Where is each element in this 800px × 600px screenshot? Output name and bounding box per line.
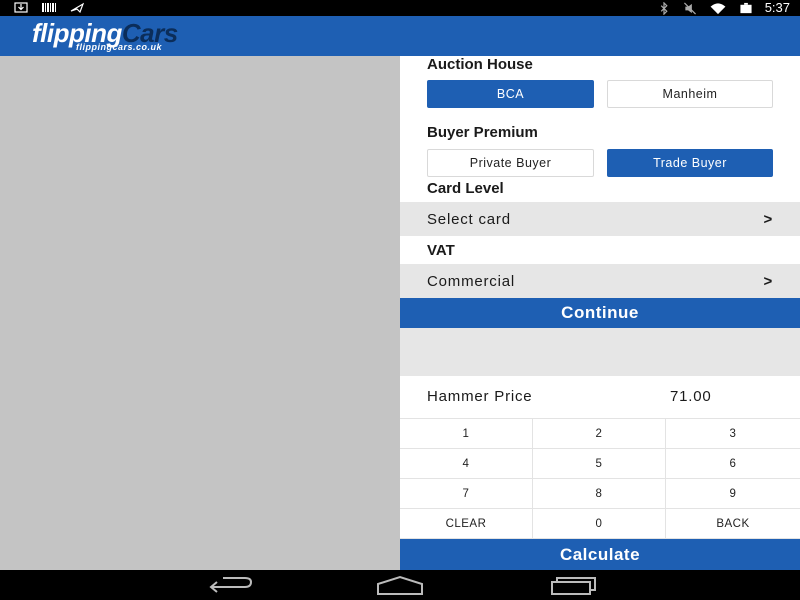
system-nav-bar bbox=[0, 570, 800, 600]
trade-buyer-button[interactable]: Trade Buyer bbox=[607, 149, 773, 177]
logo-website: flippingcars.co.uk bbox=[76, 42, 163, 52]
hammer-price-row: Hammer Price 71.00 bbox=[400, 376, 800, 418]
airplane-alert-icon bbox=[70, 2, 84, 13]
wifi-icon bbox=[710, 2, 726, 14]
card-level-value: Select card bbox=[427, 210, 511, 228]
manheim-button[interactable]: Manheim bbox=[607, 80, 773, 108]
vat-title: VAT bbox=[427, 242, 455, 259]
key-3[interactable]: 3 bbox=[666, 419, 800, 449]
key-9[interactable]: 9 bbox=[666, 479, 800, 509]
hammer-price-value: 71.00 bbox=[670, 388, 712, 405]
mute-icon bbox=[683, 2, 696, 14]
calculate-button[interactable]: Calculate bbox=[400, 539, 800, 570]
home-icon[interactable] bbox=[375, 574, 425, 596]
key-7[interactable]: 7 bbox=[400, 479, 533, 509]
chevron-right-icon: > bbox=[763, 210, 773, 228]
app-header: flippingCars flippingcars.co.uk bbox=[0, 16, 800, 56]
status-bar: 5:37 bbox=[0, 0, 800, 16]
bluetooth-icon bbox=[660, 1, 668, 15]
flipping-cars-logo[interactable]: flippingCars flippingcars.co.uk bbox=[32, 19, 272, 53]
back-icon[interactable] bbox=[205, 574, 255, 596]
private-buyer-button[interactable]: Private Buyer bbox=[427, 149, 594, 177]
vat-value: Commercial bbox=[427, 272, 516, 290]
key-1[interactable]: 1 bbox=[400, 419, 533, 449]
left-pane bbox=[0, 56, 400, 570]
card-level-title: Card Level bbox=[427, 180, 504, 197]
key-2[interactable]: 2 bbox=[533, 419, 666, 449]
key-5[interactable]: 5 bbox=[533, 449, 666, 479]
download-icon bbox=[14, 2, 28, 13]
key-4[interactable]: 4 bbox=[400, 449, 533, 479]
key-0[interactable]: 0 bbox=[533, 509, 666, 539]
result-area bbox=[400, 328, 800, 376]
continue-button[interactable]: Continue bbox=[400, 298, 800, 328]
barcode-icon bbox=[42, 3, 56, 12]
bca-button[interactable]: BCA bbox=[427, 80, 594, 108]
key-clear[interactable]: CLEAR bbox=[400, 509, 533, 539]
battery-icon bbox=[740, 2, 752, 13]
vat-select[interactable]: Commercial > bbox=[400, 264, 800, 298]
key-6[interactable]: 6 bbox=[666, 449, 800, 479]
chevron-right-icon: > bbox=[763, 272, 773, 290]
calculator-panel: Auction House BCA Manheim Buyer Premium … bbox=[400, 56, 800, 570]
keypad: 1 2 3 4 5 6 7 8 9 CLEAR 0 BACK bbox=[400, 418, 800, 539]
card-level-select[interactable]: Select card > bbox=[400, 202, 800, 236]
hammer-price-label: Hammer Price bbox=[427, 388, 533, 405]
recents-icon[interactable] bbox=[548, 574, 598, 596]
auction-house-title: Auction House bbox=[427, 56, 533, 73]
key-back[interactable]: BACK bbox=[666, 509, 800, 539]
key-8[interactable]: 8 bbox=[533, 479, 666, 509]
status-clock: 5:37 bbox=[764, 0, 790, 15]
buyer-premium-title: Buyer Premium bbox=[427, 124, 538, 141]
